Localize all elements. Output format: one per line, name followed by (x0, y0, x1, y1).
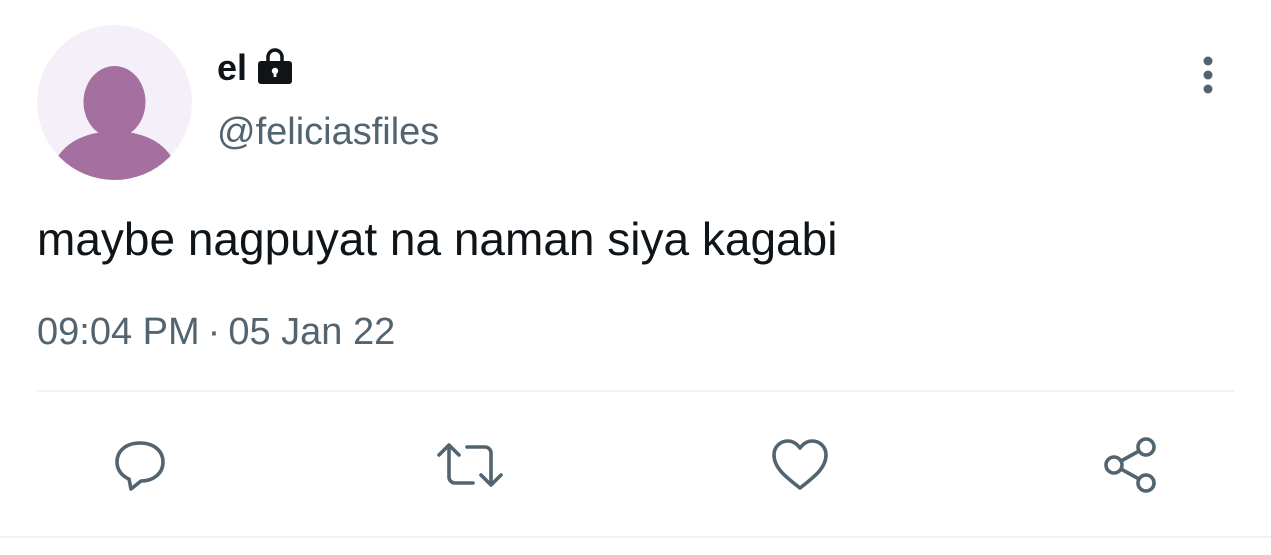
avatar[interactable] (37, 25, 192, 180)
lock-icon (255, 46, 295, 86)
retweet-icon (437, 443, 503, 487)
action-bar (0, 420, 1271, 510)
default-avatar-icon (49, 66, 180, 180)
bottom-divider (0, 536, 1271, 538)
share-icon (1104, 437, 1156, 493)
reply-icon (115, 441, 165, 491)
display-name[interactable]: el (217, 50, 247, 86)
like-button[interactable] (765, 430, 835, 500)
tweet-timestamp[interactable]: 09:04 PM · 05 Jan 22 (37, 310, 395, 356)
timestamp-separator: · (207, 311, 221, 353)
more-options-button[interactable] (1190, 52, 1226, 98)
share-button[interactable] (1095, 430, 1165, 500)
retweet-button[interactable] (435, 430, 505, 500)
name-row: el (217, 44, 295, 92)
more-vertical-icon (1203, 56, 1213, 94)
divider (37, 390, 1234, 392)
tweet-card: el @feliciasfiles maybe nagpuyat na nama… (0, 0, 1271, 555)
tweet-text: maybe nagpuyat na naman siya kagabi (37, 213, 838, 265)
reply-button[interactable] (105, 430, 175, 500)
tweet-time: 09:04 PM (37, 311, 200, 353)
user-handle[interactable]: @feliciasfiles (217, 111, 439, 154)
heart-icon (772, 439, 828, 490)
tweet-date: 05 Jan 22 (228, 311, 396, 353)
